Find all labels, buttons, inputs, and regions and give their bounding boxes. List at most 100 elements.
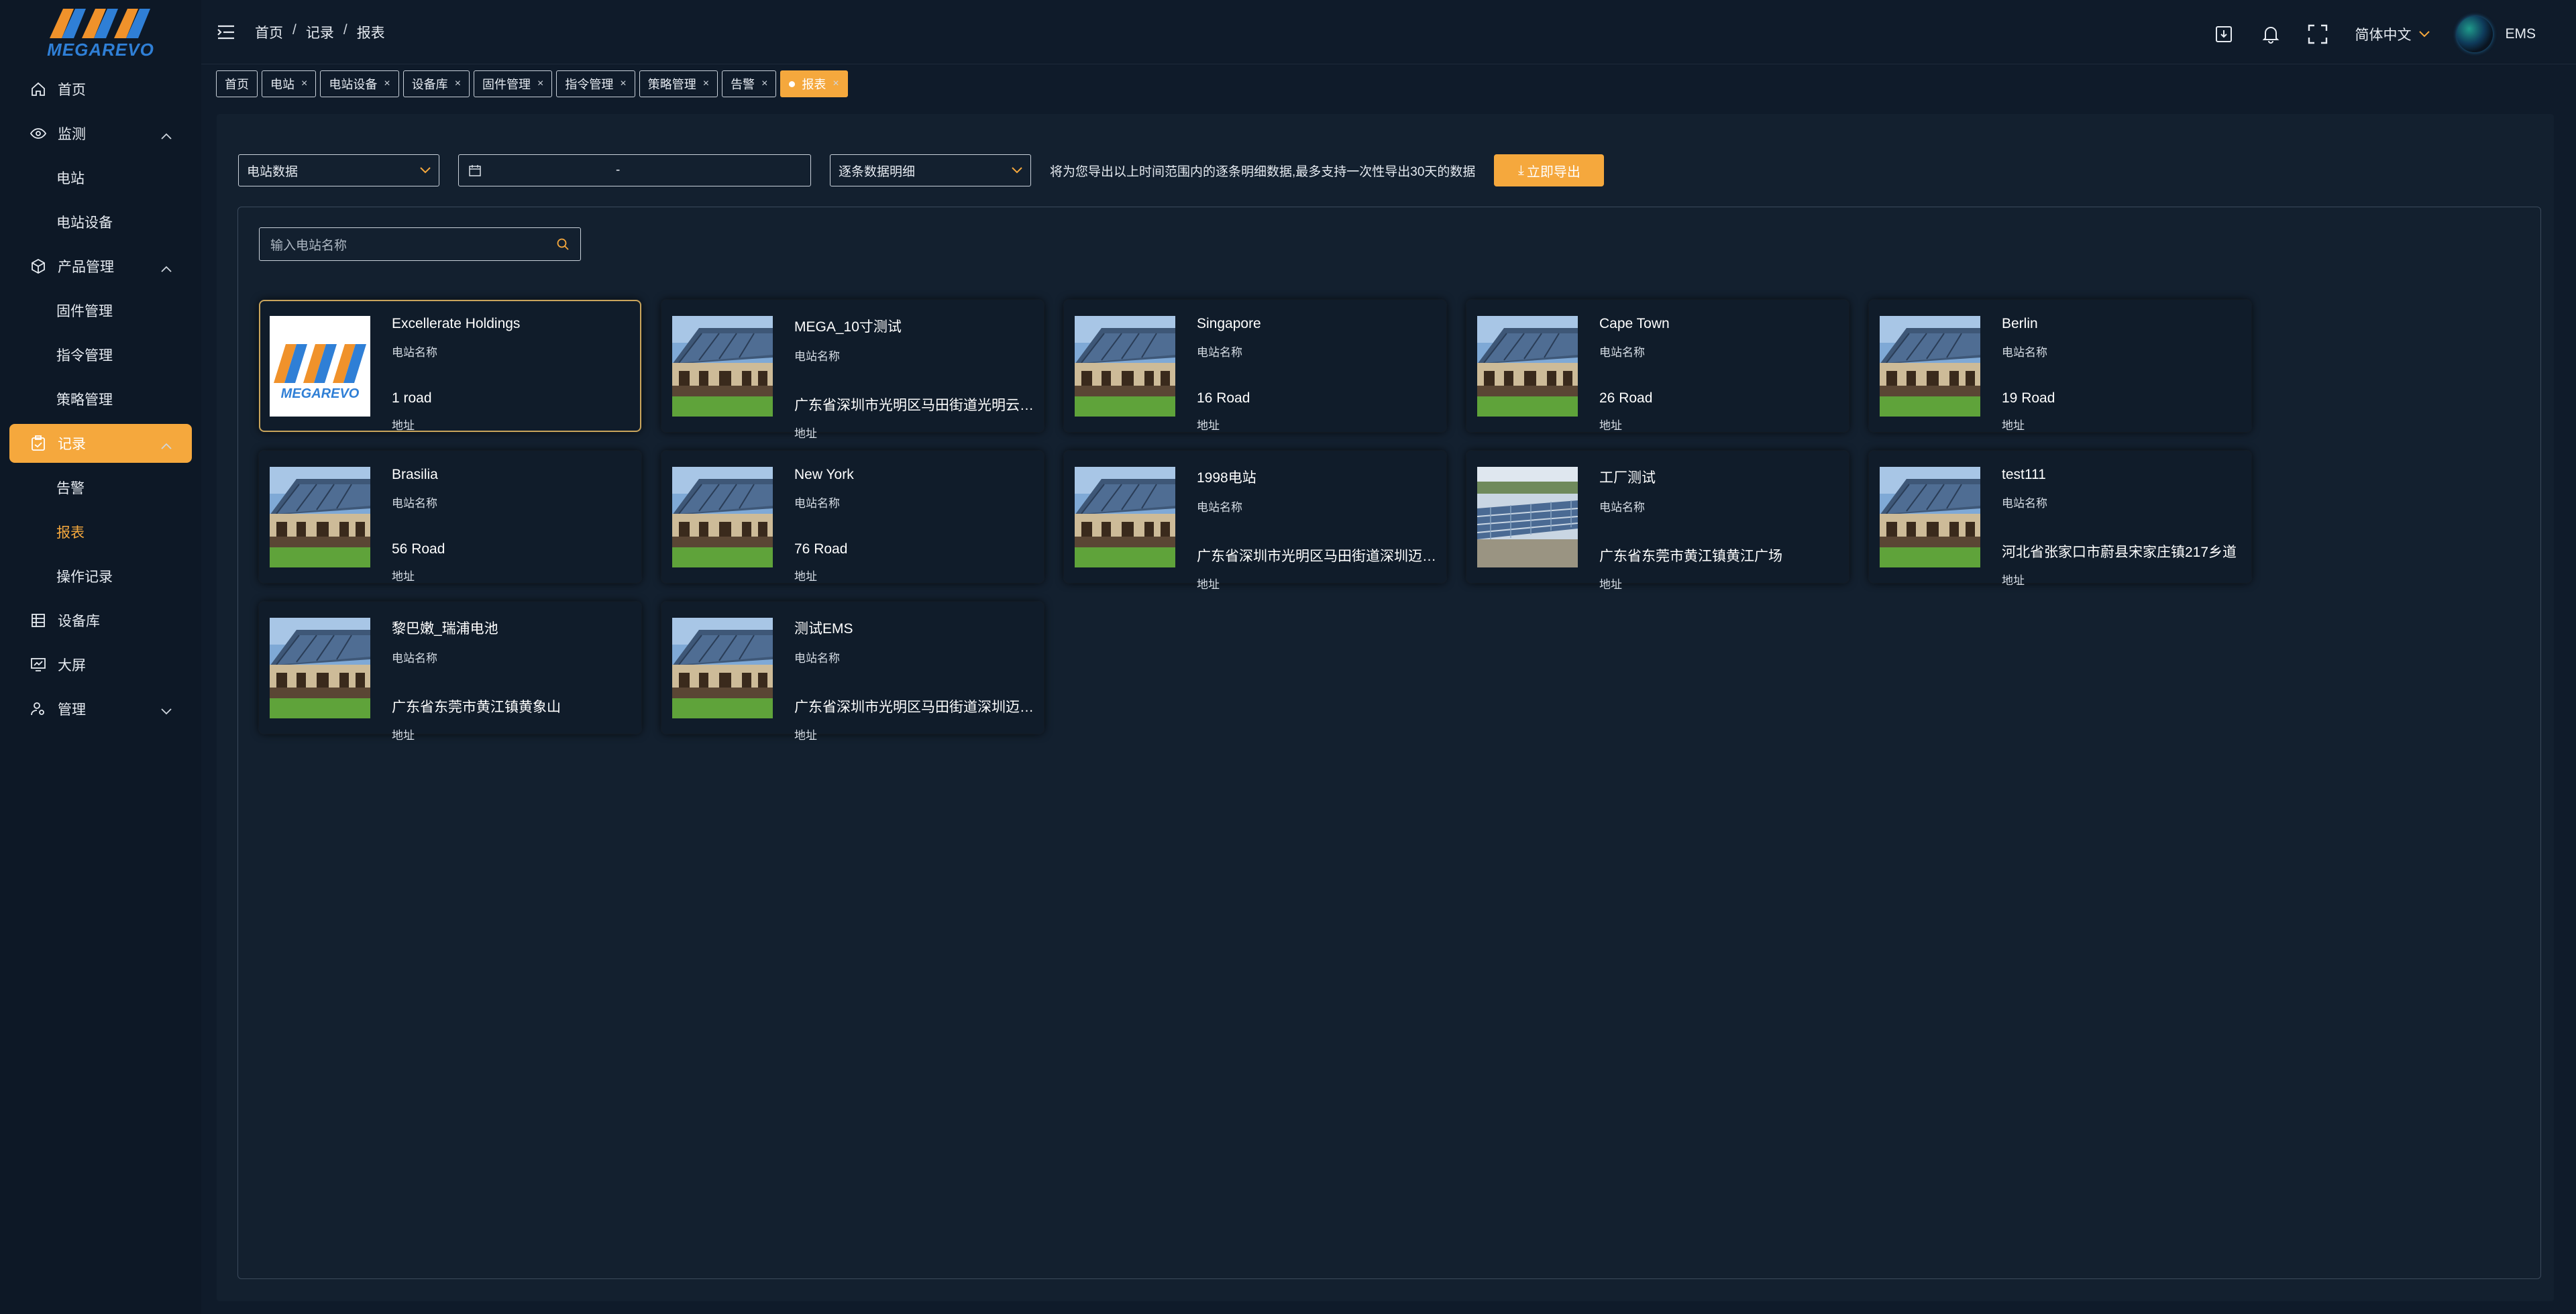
station-card[interactable]: MEGAREVO Excellerate Holdings 电站名称 1 road 地…	[259, 300, 641, 432]
station-card[interactable]: 1998电站 电站名称 广东省深圳市光明区马田街道深圳迈… 地址	[1064, 451, 1446, 591]
sidebar-item-label: 电站	[56, 171, 85, 186]
station-name: 黎巴嫩_瑞浦电池	[392, 621, 498, 637]
station-address: 广东省东莞市黄江镇黄象山	[392, 700, 561, 715]
tab-6[interactable]: 策略管理 ×	[639, 70, 718, 97]
station-address-label: 地址	[392, 419, 415, 432]
sidebar: MEGAREVO 首页监测电站电站设备产品管理固件管理指令管理策略管理记录告警报…	[0, 0, 201, 1314]
sidebar-item[interactable]: 告警	[9, 468, 192, 507]
user-menu[interactable]: EMS	[2457, 16, 2536, 52]
station-card[interactable]: Berlin 电站名称 19 Road 地址	[1869, 300, 2251, 432]
sidebar-item[interactable]: 固件管理	[9, 291, 192, 330]
sidebar-item[interactable]: 产品管理	[9, 247, 192, 286]
sidebar-item[interactable]: 设备库	[9, 601, 192, 640]
sidebar-item-label: 告警	[56, 481, 85, 496]
sidebar-item[interactable]: 大屏	[9, 645, 192, 684]
tab-3[interactable]: 设备库 ×	[402, 70, 470, 97]
station-card[interactable]: test111 电站名称 河北省张家口市蔚县宋家庄镇217乡道 地址	[1869, 451, 2251, 587]
station-name-label: 电站名称	[392, 497, 437, 510]
sidebar-item[interactable]: 管理	[9, 690, 192, 728]
breadcrumb-item-current: 报表	[356, 25, 385, 41]
avatar	[2457, 16, 2493, 52]
close-icon[interactable]: ×	[703, 78, 709, 90]
data-type-select[interactable]: 电站数据	[238, 154, 439, 186]
station-address: 广东省东莞市黄江镇黄江广场	[1599, 549, 1782, 564]
tab-4[interactable]: 固件管理 ×	[474, 70, 553, 97]
sidebar-item[interactable]: 电站	[9, 158, 192, 197]
sidebar-item[interactable]: 电站设备	[9, 203, 192, 241]
station-name-label: 电站名称	[1197, 346, 1242, 359]
sidebar-item-label: 监测	[58, 127, 86, 142]
station-card[interactable]: 黎巴嫩_瑞浦电池 电站名称 广东省东莞市黄江镇黄象山 地址	[259, 602, 641, 742]
close-icon[interactable]: ×	[384, 78, 390, 90]
sidebar-item-label: 记录	[58, 437, 86, 452]
sidebar-item[interactable]: 策略管理	[9, 380, 192, 419]
sidebar-item[interactable]: 指令管理	[9, 335, 192, 374]
station-address: 76 Road	[794, 541, 848, 557]
station-card[interactable]: 工厂测试 电站名称 广东省东莞市黄江镇黄江广场 地址	[1466, 451, 1849, 591]
close-icon[interactable]: ×	[301, 78, 307, 90]
station-card[interactable]: Brasilia 电站名称 56 Road 地址	[259, 451, 641, 583]
megarevo-logo[interactable]: MEGAREVO	[0, 0, 201, 64]
breadcrumb-item[interactable]: 记录	[306, 22, 334, 42]
tab-2[interactable]: 电站设备 ×	[320, 70, 399, 97]
station-thumbnail	[1075, 316, 1175, 417]
monitor-icon	[30, 656, 47, 673]
station-card[interactable]: 测试EMS 电站名称 广东省深圳市光明区马田街道深圳迈… 地址	[661, 602, 1044, 742]
tab-8[interactable]: 报表 ×	[780, 70, 848, 97]
menu-toggle-icon[interactable]	[216, 22, 236, 42]
breadcrumb-item[interactable]: 首页	[255, 22, 283, 42]
station-card[interactable]: New York 电站名称 76 Road 地址	[661, 451, 1044, 583]
sidebar-item[interactable]: 监测	[9, 114, 192, 153]
download-panel-icon[interactable]	[2214, 24, 2234, 44]
sidebar-item[interactable]: 记录	[9, 424, 192, 463]
close-icon[interactable]: ×	[455, 78, 461, 90]
station-name: Brasilia	[392, 467, 438, 482]
top-header: 首页 / 记录 / 报表 简体中文 EMS	[201, 0, 2576, 64]
close-icon[interactable]: ×	[833, 78, 839, 90]
sidebar-item-label: 产品管理	[58, 260, 114, 275]
station-card[interactable]: Cape Town 电站名称 26 Road 地址	[1466, 300, 1849, 432]
tab-label: 策略管理	[647, 78, 696, 91]
detail-type-select[interactable]: 逐条数据明细	[830, 154, 1031, 186]
svg-text:MEGAREVO: MEGAREVO	[281, 386, 360, 401]
station-name-label: 电站名称	[794, 652, 840, 665]
sidebar-item[interactable]: 操作记录	[9, 557, 192, 596]
close-icon[interactable]: ×	[761, 78, 767, 90]
station-address: 56 Road	[392, 541, 445, 557]
station-thumbnail	[1880, 316, 1980, 417]
tab-label: 电站设备	[329, 78, 378, 91]
sidebar-item-label: 指令管理	[56, 348, 113, 364]
breadcrumb: 首页 / 记录 / 报表	[255, 22, 385, 42]
station-thumbnail	[672, 467, 773, 567]
tab-0[interactable]: 首页	[216, 70, 258, 97]
tab-1[interactable]: 电站 ×	[262, 70, 317, 97]
username: EMS	[2505, 26, 2536, 42]
station-search-input[interactable]: 输入电站名称	[259, 227, 581, 261]
tab-5[interactable]: 指令管理 ×	[556, 70, 635, 97]
bell-icon[interactable]	[2261, 24, 2281, 44]
home-icon	[30, 80, 47, 98]
chevron-up-icon	[161, 437, 172, 453]
station-thumbnail	[672, 316, 773, 417]
station-address-label: 地址	[794, 427, 817, 440]
export-now-button[interactable]: ⤓ 立即导出	[1494, 154, 1605, 186]
tab-7[interactable]: 告警 ×	[722, 70, 777, 97]
sidebar-item[interactable]: 报表	[9, 512, 192, 551]
sidebar-item-label: 操作记录	[56, 569, 113, 585]
station-thumbnail	[1075, 467, 1175, 567]
export-now-label: 立即导出	[1526, 164, 1580, 180]
fullscreen-icon[interactable]	[2308, 24, 2328, 44]
station-card[interactable]: Singapore 电站名称 16 Road 地址	[1064, 300, 1446, 432]
station-address-label: 地址	[1599, 578, 1622, 591]
date-range-picker[interactable]: -	[458, 154, 811, 186]
sidebar-item[interactable]: 首页	[9, 70, 192, 109]
logo-mark-icon	[50, 8, 150, 38]
close-icon[interactable]: ×	[537, 78, 543, 90]
language-select[interactable]: 简体中文	[2355, 24, 2430, 44]
close-icon[interactable]: ×	[620, 78, 626, 90]
station-card[interactable]: MEGA_10寸测试 电站名称 广东省深圳市光明区马田街道光明云… 地址	[661, 300, 1044, 440]
cube-icon	[30, 258, 47, 275]
sidebar-item-label: 大屏	[58, 658, 86, 673]
station-thumbnail	[1880, 467, 1980, 567]
sidebar-item-label: 设备库	[58, 614, 100, 629]
